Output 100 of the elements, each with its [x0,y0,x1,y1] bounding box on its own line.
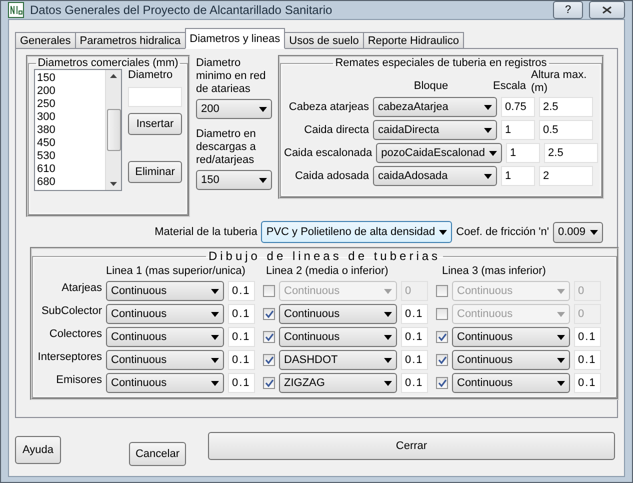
linetype-dropdown[interactable]: Continuous [106,327,224,347]
caret-icon [590,230,598,234]
scroll-up-icon[interactable] [110,74,117,78]
help-button[interactable]: ? [553,1,583,19]
linetype-dropdown[interactable]: Continuous [452,373,570,393]
caret-icon [484,104,492,110]
close-button[interactable] [589,1,625,19]
height-input[interactable]: 2 [539,166,593,186]
height-input[interactable]: 2.5 [544,143,598,163]
tab[interactable]: Reporte Hidraulico [362,32,464,49]
field-label: Diametro minimo en red de atarieas [196,57,267,96]
delete-button[interactable]: Eliminar [128,161,182,183]
help-button[interactable]: Ayuda [15,436,61,464]
list-item[interactable]: 200 [37,85,103,98]
caret-icon [439,230,448,234]
checkbox[interactable] [263,308,275,320]
linetype-dropdown[interactable]: Continuous [279,304,397,324]
width-input[interactable]: 0.1 [228,281,255,301]
row-label: SubColector [40,304,102,317]
list-item[interactable]: 610 [37,163,103,176]
caret-icon [557,334,565,340]
scale-input[interactable]: 1 [501,120,535,140]
block-dropdown[interactable]: caidaAdosada [373,166,497,186]
width-input[interactable]: 0.1 [228,304,255,324]
list-item[interactable]: 300 [37,111,103,124]
coefficient-dropdown[interactable]: 0.009 [553,222,603,242]
row-label: Caida escalonada [284,147,372,159]
linetype-dropdown[interactable]: Continuous [452,327,570,347]
caret-icon [489,150,498,156]
list-item[interactable]: 380 [37,124,103,137]
list-item[interactable]: 250 [37,98,103,111]
dropdown[interactable]: 150 [196,170,272,190]
row-label: Cabeza atarjeas [288,101,369,113]
checkbox[interactable] [436,285,448,297]
caret-icon [384,358,392,362]
scale-input[interactable]: 0.75 [501,97,535,117]
width-input[interactable]: 0.1 [228,327,255,347]
height-input[interactable]: 0.5 [539,120,593,140]
checkbox[interactable] [436,331,448,343]
scrollbar[interactable] [105,70,121,190]
list-item[interactable]: 530 [37,150,103,163]
height-input[interactable]: 2.5 [539,97,593,117]
caret-icon [484,128,492,132]
field-label: Diametro [128,69,174,81]
checkbox[interactable] [436,377,448,389]
caret-icon [259,178,267,182]
group-title: Diametros comerciales (mm) [36,57,180,69]
caret-icon [211,288,219,294]
cancel-button[interactable]: Cancelar [129,442,186,466]
checkbox[interactable] [263,354,275,366]
caret-icon [557,288,565,294]
linetype-dropdown[interactable]: ZIGZAG [279,373,397,393]
checkbox[interactable] [263,285,275,297]
caret-icon [384,312,392,316]
width-input[interactable]: 0.1 [401,304,428,324]
width-input[interactable]: 0.1 [574,350,601,370]
insert-button[interactable]: Insertar [128,113,182,135]
width-input[interactable]: 0.1 [401,327,428,347]
width-input[interactable]: 0.1 [574,373,601,393]
tab[interactable]: Generales [15,32,76,49]
caret-icon [211,380,219,386]
linetype-dropdown[interactable]: Continuous [279,327,397,347]
list-item[interactable]: 680 [37,176,103,189]
width-input[interactable]: 0.1 [401,350,428,370]
block-dropdown[interactable]: cabezaAtarjea [373,97,497,117]
group-title: Remates especiales de tuberia en registros [334,57,548,69]
tab[interactable]: Parametros hidralica [74,32,186,49]
checkbox[interactable] [263,331,275,343]
diameter-list[interactable]: 150 200 250 300 380 450 530 610 680 [34,69,122,191]
width-input[interactable]: 0.1 [401,373,428,393]
linetype-dropdown[interactable]: DASHDOT [279,350,397,370]
linetype-dropdown[interactable]: Continuous [106,304,224,324]
width-input[interactable]: 0.1 [228,350,255,370]
linetype-dropdown[interactable]: Continuous [106,350,224,370]
caret-icon [384,288,392,294]
close-dialog-button[interactable]: Cerrar [208,432,615,460]
app-icon [8,2,24,18]
linetype-dropdown[interactable]: Continuous [106,373,224,393]
list-item[interactable]: 150 [37,72,103,85]
material-dropdown[interactable]: PVC y Polietileno de alta densidad [261,221,452,243]
row-label: Colectores [48,327,102,340]
dropdown[interactable]: 200 [196,99,272,119]
linetype-dropdown[interactable]: Continuous [452,350,570,370]
diameter-input[interactable] [128,87,182,107]
linetype-dropdown[interactable]: Continuous [106,281,224,301]
checkbox[interactable] [436,354,448,366]
width-input[interactable]: 0.1 [228,373,255,393]
column-header: Escala [493,80,527,94]
block-dropdown[interactable]: pozoCaidaEscalonad [376,143,502,163]
checkbox[interactable] [436,308,448,320]
scale-input[interactable]: 1 [501,166,535,186]
list-item[interactable]: 450 [37,137,103,150]
tab[interactable]: Usos de suelo [284,32,364,49]
block-dropdown[interactable]: caidaDirecta [373,120,497,140]
scroll-down-icon[interactable] [110,182,117,186]
tab[interactable]: Diametros y lineas [184,28,286,49]
column-header: Bloque [412,80,450,94]
scale-input[interactable]: 1 [506,143,540,163]
checkbox[interactable] [263,377,275,389]
width-input[interactable]: 0.1 [574,327,601,347]
